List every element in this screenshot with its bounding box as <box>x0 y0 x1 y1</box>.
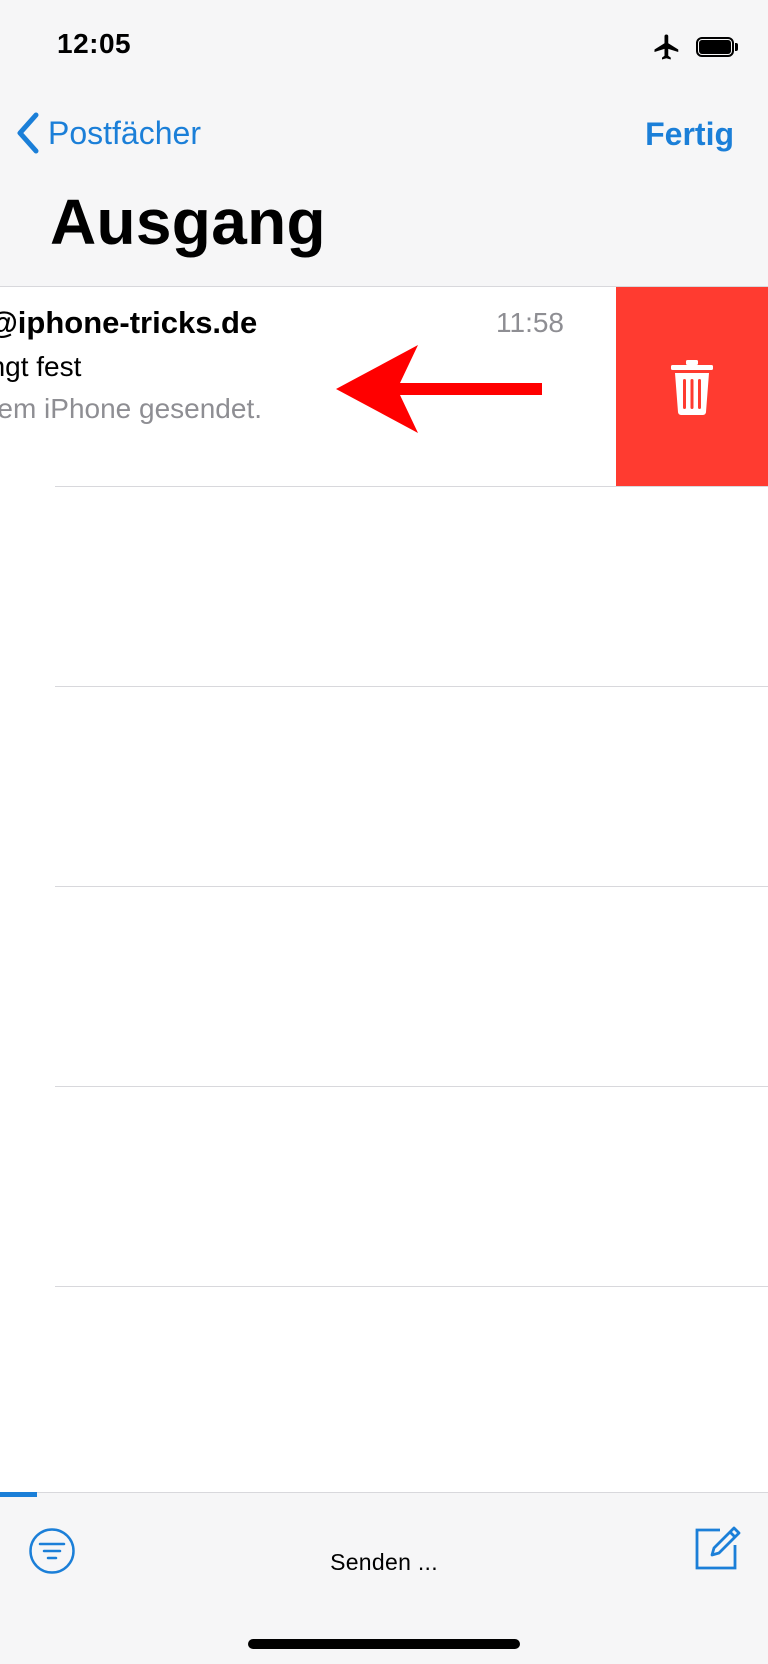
bottom-toolbar: Senden ... <box>0 1492 768 1664</box>
back-button[interactable]: Postfächer <box>16 112 201 154</box>
mail-subject: ängt fest <box>0 351 82 382</box>
mail-list[interactable]: kt@iphone-tricks.de 11:58 ängt fest eine… <box>0 287 768 1492</box>
compose-button[interactable] <box>692 1523 742 1578</box>
empty-list-row <box>0 487 768 687</box>
compose-icon <box>695 1526 741 1570</box>
mail-sender: kt@iphone-tricks.de <box>0 305 258 340</box>
chevron-left-icon <box>17 112 39 154</box>
home-indicator <box>248 1639 520 1649</box>
send-progress-fill <box>0 1492 37 1497</box>
send-progress-bar <box>0 1492 768 1497</box>
empty-list-row <box>0 1287 768 1487</box>
red-arrow-left-icon <box>336 345 542 433</box>
done-button[interactable]: Fertig <box>645 116 734 153</box>
mail-time: 11:58 <box>496 307 564 338</box>
empty-list-row <box>0 887 768 1087</box>
mail-preview: einem iPhone gesendet. <box>0 393 262 424</box>
delete-button[interactable] <box>616 287 768 487</box>
battery-icon <box>696 37 740 57</box>
status-bar-time: 12:05 <box>57 28 132 59</box>
back-button-label: Postfächer <box>48 114 201 151</box>
airplane-icon <box>654 34 679 60</box>
toolbar-status-text: Senden ... <box>330 1549 438 1575</box>
empty-list-row <box>0 1087 768 1287</box>
page-title: Ausgang <box>50 186 326 258</box>
navigation-header: 12:05 Postfächer Fertig Ausgang <box>0 0 768 287</box>
mail-list-item[interactable]: kt@iphone-tricks.de 11:58 ängt fest eine… <box>0 287 768 487</box>
empty-list-row <box>0 687 768 887</box>
trash-icon <box>671 360 713 415</box>
status-bar-icons <box>652 30 740 64</box>
